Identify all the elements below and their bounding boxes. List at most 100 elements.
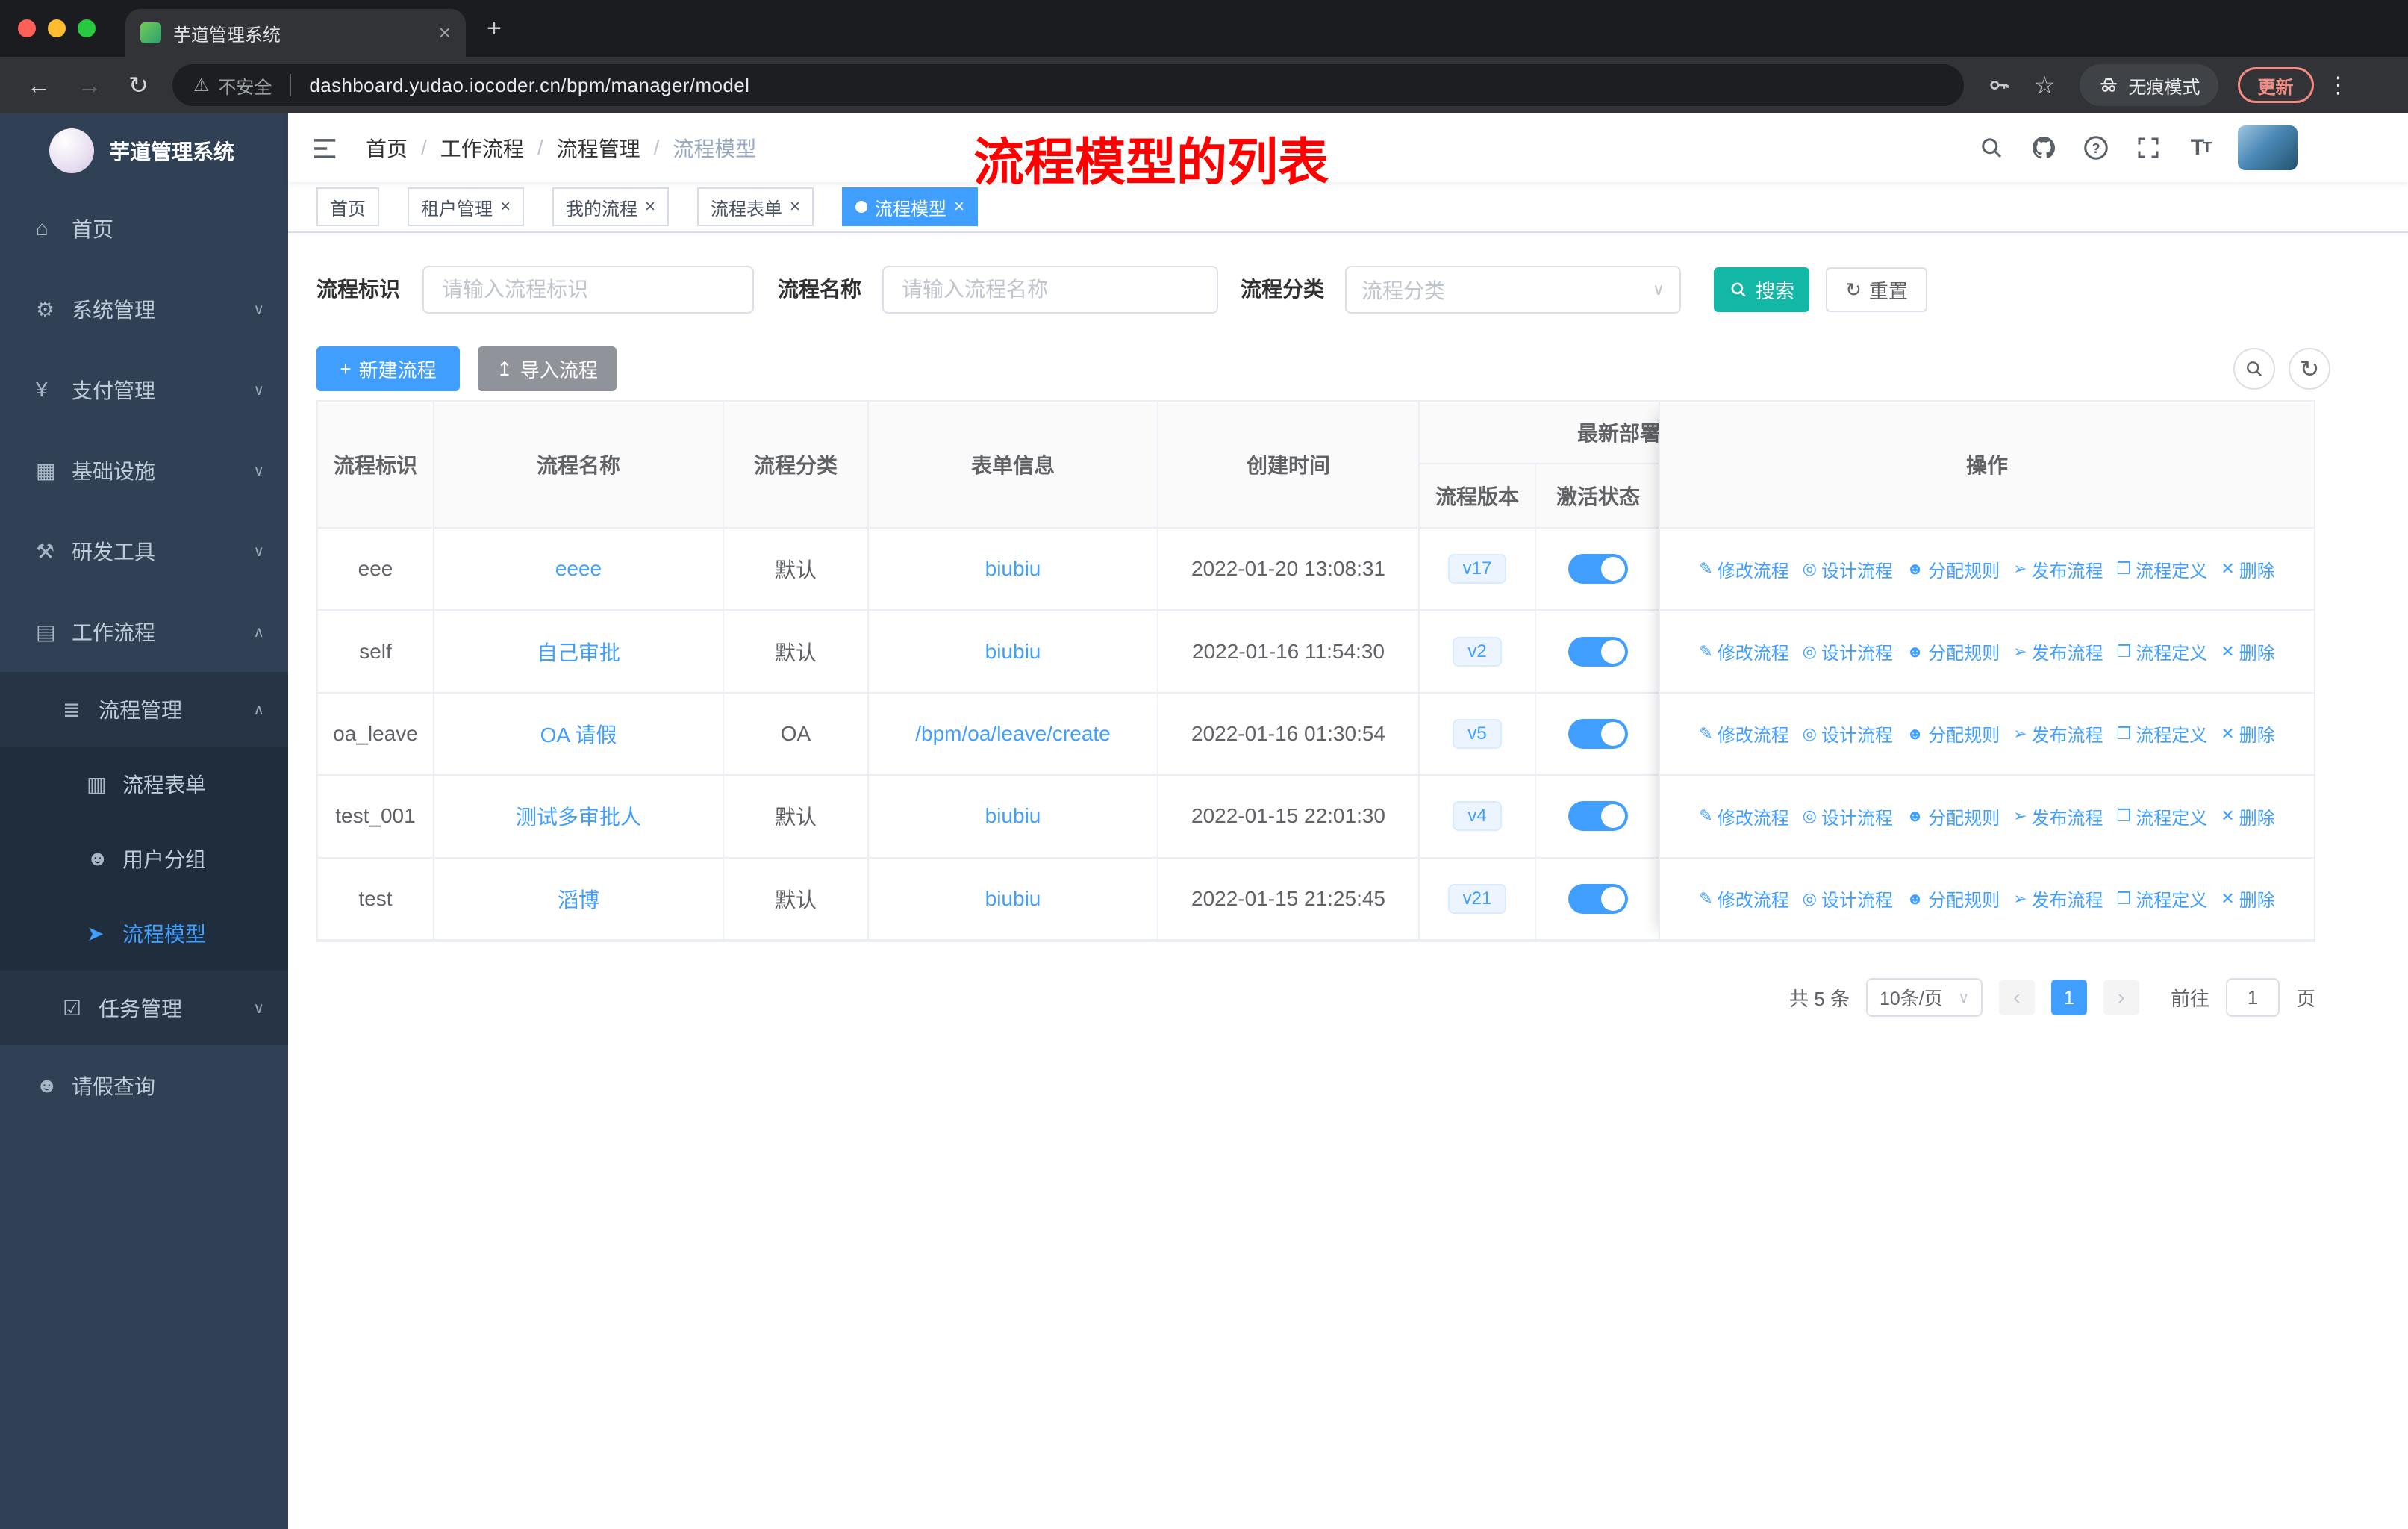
search-button[interactable]: 搜索 xyxy=(1714,267,1809,312)
sidebar-item-process-form[interactable]: ▥ 流程表单 xyxy=(0,747,288,821)
tag-2[interactable]: 我的流程 × xyxy=(552,187,670,226)
import-process-button[interactable]: ↥ 导入流程 xyxy=(478,346,617,391)
delete-link[interactable]: ✕ 删除 xyxy=(2221,803,2274,829)
delete-link[interactable]: ✕ 删除 xyxy=(2221,720,2274,747)
browser-tab[interactable]: 芋道管理系统 × xyxy=(125,9,466,57)
assign-rule-link[interactable]: ☻ 分配规则 xyxy=(1906,638,2000,664)
assign-rule-link[interactable]: ☻ 分配规则 xyxy=(1906,885,2000,912)
sidebar-item-system[interactable]: ⚙ 系统管理 ∨ xyxy=(0,269,288,349)
sidebar-item-user-group[interactable]: ☻ 用户分组 xyxy=(0,821,288,896)
next-page-button[interactable]: › xyxy=(2103,980,2139,1015)
form-info-link[interactable]: biubiu xyxy=(985,804,1041,828)
security-label[interactable]: 不安全 xyxy=(218,72,272,99)
sidebar-item-process-mgmt[interactable]: ≣ 流程管理 ∧ xyxy=(0,672,288,747)
design-process-link[interactable]: ◎ 设计流程 xyxy=(1803,638,1893,664)
user-avatar[interactable] xyxy=(2238,125,2298,170)
sidebar-item-task-mgmt[interactable]: ☑ 任务管理 ∨ xyxy=(0,971,288,1045)
assign-rule-link[interactable]: ☻ 分配规则 xyxy=(1906,720,2000,747)
tag-1[interactable]: 租户管理 × xyxy=(408,187,525,226)
process-name-link[interactable]: 自己审批 xyxy=(537,637,620,667)
edit-process-link[interactable]: ✎ 修改流程 xyxy=(1699,638,1788,664)
publish-process-link[interactable]: ➢ 发布流程 xyxy=(2013,556,2103,582)
assign-rule-link[interactable]: ☻ 分配规则 xyxy=(1906,803,2000,829)
active-status-toggle[interactable] xyxy=(1568,636,1628,667)
active-status-toggle[interactable] xyxy=(1568,718,1628,749)
process-definition-link[interactable]: ❐ 流程定义 xyxy=(2117,803,2208,829)
tag-close-icon[interactable]: × xyxy=(500,198,511,216)
design-process-link[interactable]: ◎ 设计流程 xyxy=(1803,720,1893,747)
goto-page-input[interactable] xyxy=(2225,978,2280,1017)
bookmark-star-icon[interactable]: ☆ xyxy=(2034,71,2056,99)
search-icon[interactable] xyxy=(1977,133,2006,163)
reset-button[interactable]: ↻ 重置 xyxy=(1826,267,1927,312)
password-key-icon[interactable] xyxy=(1986,72,2012,98)
sidebar-item-leave-query[interactable]: ☻ 请假查询 xyxy=(0,1045,288,1126)
process-name-link[interactable]: 滔博 xyxy=(558,884,599,914)
update-button[interactable]: 更新 xyxy=(2237,67,2314,103)
delete-link[interactable]: ✕ 删除 xyxy=(2221,556,2274,582)
window-minimize-button[interactable] xyxy=(48,19,66,37)
forward-icon[interactable]: → xyxy=(78,73,102,97)
address-bar[interactable]: ⚠ 不安全 dashboard.yudao.iocoder.cn/bpm/man… xyxy=(172,64,1964,106)
form-info-link[interactable]: biubiu xyxy=(985,887,1041,911)
back-icon[interactable]: ← xyxy=(27,73,51,97)
delete-link[interactable]: ✕ 删除 xyxy=(2221,638,2274,664)
page-size-select[interactable]: 10条/页 ∨ xyxy=(1865,978,1983,1017)
tag-close-icon[interactable]: × xyxy=(645,198,655,216)
delete-link[interactable]: ✕ 删除 xyxy=(2221,885,2274,912)
design-process-link[interactable]: ◎ 设计流程 xyxy=(1803,556,1893,582)
prev-page-button[interactable]: ‹ xyxy=(1998,980,2035,1015)
refresh-table-button[interactable]: ↻ xyxy=(2289,348,2330,390)
process-name-link[interactable]: 测试多审批人 xyxy=(516,801,641,831)
process-definition-link[interactable]: ❐ 流程定义 xyxy=(2117,720,2208,747)
sidebar-item-payment[interactable]: ¥ 支付管理 ∨ xyxy=(0,349,288,430)
github-icon[interactable] xyxy=(2029,133,2059,163)
edit-process-link[interactable]: ✎ 修改流程 xyxy=(1699,885,1788,912)
help-icon[interactable]: ? xyxy=(2081,133,2111,163)
process-name-link[interactable]: OA 请假 xyxy=(540,719,617,749)
category-select[interactable]: 流程分类 ∨ xyxy=(1345,266,1681,314)
fullscreen-icon[interactable] xyxy=(2133,133,2163,163)
tab-close-icon[interactable]: × xyxy=(439,22,451,43)
process-name-input[interactable] xyxy=(882,266,1218,314)
page-1-button[interactable]: 1 xyxy=(2050,980,2087,1015)
breadcrumb-home[interactable]: 首页 xyxy=(366,133,408,163)
edit-process-link[interactable]: ✎ 修改流程 xyxy=(1699,803,1788,829)
form-info-link[interactable]: /bpm/oa/leave/create xyxy=(915,722,1111,746)
publish-process-link[interactable]: ➢ 发布流程 xyxy=(2013,803,2103,829)
sidebar-item-infrastructure[interactable]: ▦ 基础设施 ∨ xyxy=(0,430,288,511)
sidebar-item-process-model[interactable]: ➤ 流程模型 xyxy=(0,896,288,971)
font-size-icon[interactable]: TT xyxy=(2186,133,2215,163)
tag-4[interactable]: 流程模型 × xyxy=(842,187,979,226)
active-status-toggle[interactable] xyxy=(1568,554,1628,585)
publish-process-link[interactable]: ➢ 发布流程 xyxy=(2013,638,2103,664)
form-info-link[interactable]: biubiu xyxy=(985,557,1041,581)
tag-close-icon[interactable]: × xyxy=(790,198,800,216)
tag-3[interactable]: 流程表单 × xyxy=(697,187,814,226)
edit-process-link[interactable]: ✎ 修改流程 xyxy=(1699,556,1788,582)
hamburger-icon[interactable] xyxy=(311,134,339,163)
browser-menu-icon[interactable]: ⋮ xyxy=(2327,72,2350,99)
publish-process-link[interactable]: ➢ 发布流程 xyxy=(2013,885,2103,912)
create-process-button[interactable]: + 新建流程 xyxy=(316,346,460,391)
breadcrumb-process-mgmt[interactable]: 流程管理 xyxy=(557,133,640,163)
show-search-button[interactable] xyxy=(2233,348,2275,390)
active-status-toggle[interactable] xyxy=(1568,883,1628,914)
sidebar-item-workflow[interactable]: ▤ 工作流程 ∧ xyxy=(0,591,288,672)
process-definition-link[interactable]: ❐ 流程定义 xyxy=(2117,638,2208,664)
sidebar-item-devtools[interactable]: ⚒ 研发工具 ∨ xyxy=(0,511,288,591)
window-close-button[interactable] xyxy=(18,19,36,37)
publish-process-link[interactable]: ➢ 发布流程 xyxy=(2013,720,2103,747)
breadcrumb-workflow[interactable]: 工作流程 xyxy=(440,133,524,163)
form-info-link[interactable]: biubiu xyxy=(985,640,1041,664)
process-key-input[interactable] xyxy=(422,266,754,314)
tag-close-icon[interactable]: × xyxy=(954,198,964,216)
process-definition-link[interactable]: ❐ 流程定义 xyxy=(2117,556,2208,582)
design-process-link[interactable]: ◎ 设计流程 xyxy=(1803,885,1893,912)
new-tab-button[interactable]: + xyxy=(487,12,502,45)
edit-process-link[interactable]: ✎ 修改流程 xyxy=(1699,720,1788,747)
sidebar-logo[interactable]: 芋道管理系统 xyxy=(0,113,288,188)
process-definition-link[interactable]: ❐ 流程定义 xyxy=(2117,885,2208,912)
sidebar-item-home[interactable]: ⌂ 首页 xyxy=(0,188,288,269)
window-zoom-button[interactable] xyxy=(78,19,96,37)
